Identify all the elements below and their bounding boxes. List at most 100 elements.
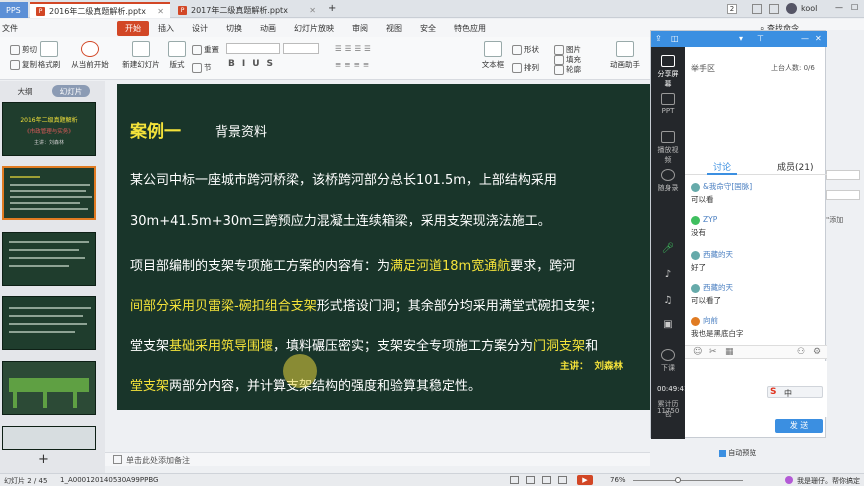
music-icon[interactable]: ♫ [657,295,679,306]
reading-view-icon[interactable] [542,476,551,484]
zoom-slider[interactable] [633,480,743,481]
tab-members[interactable]: 成员(21) [777,160,813,173]
tab-slides[interactable]: 幻灯片 [52,85,90,97]
class-timer: 00:49:41 [657,385,689,393]
notes-area[interactable]: 单击此处添加备注 [105,452,650,466]
share-screen-button[interactable]: 分享屏幕 [657,55,679,89]
close-icon[interactable]: ✕ [815,34,822,43]
minimize-icon[interactable]: — [801,34,809,43]
new-slide-button[interactable]: 新建幻灯片 [120,41,162,70]
notes-view-icon[interactable] [558,476,567,484]
chevron-down-icon[interactable]: ▾ [739,34,743,43]
end-class-button[interactable]: 下课 [657,349,679,373]
zoom-level[interactable]: 76% [610,476,626,484]
minimize-icon[interactable]: — [835,3,843,12]
tab-2016-pptx[interactable]: P 2016年二级真题解析.pptx ✕ [30,2,170,18]
menu-design[interactable]: 设计 [183,23,217,34]
slide-thumbnail-6[interactable] [2,426,96,450]
sorter-view-icon[interactable] [526,476,535,484]
layout-icon [168,41,186,57]
share-icon[interactable]: ⇪ [655,34,662,43]
play-from-current-button[interactable]: 从当前开始 [68,41,112,70]
layout-button[interactable]: 版式 [166,41,188,70]
menu-features[interactable]: 特色应用 [445,23,495,34]
gear-icon[interactable]: ⚙ [813,347,821,357]
paragraph-buttons[interactable]: ☰☰☰☰ [335,44,374,53]
menu-transitions[interactable]: 切换 [217,23,251,34]
slide-thumbnail-3[interactable] [2,232,96,286]
tab-discuss[interactable]: 讨论 [713,160,731,173]
speaker-icon[interactable]: ♪ [657,269,679,280]
zoom-slider-handle[interactable] [675,477,681,483]
slide-thumbnail-4[interactable] [2,296,96,350]
close-tab-icon[interactable]: ✕ [309,6,316,15]
shape-button[interactable]: 形状 [512,44,539,55]
play-video-button[interactable]: 播放视频 [657,131,679,165]
app-button[interactable]: PPS [0,2,28,18]
menu-security[interactable]: 安全 [411,23,445,34]
menu-review[interactable]: 审阅 [343,23,377,34]
animation-helper-button[interactable]: 动画助手 [604,41,646,70]
send-button[interactable]: 发 送 [775,419,823,433]
window-icon[interactable]: ◫ [671,34,679,43]
status-bar: 幻灯片 2 / 45 1_A000120140530A99PPBG ▶ 76% … [0,473,864,486]
normal-view-icon[interactable] [510,476,519,484]
layout-icon[interactable] [752,4,762,14]
menu-animations[interactable]: 动画 [251,23,285,34]
slide-counter: 幻灯片 2 / 45 [4,477,48,485]
animation-icon [616,41,634,57]
record-icon [661,169,675,181]
slide-thumbnail-1[interactable]: 2016年二级真题解析 《市政管理与实务》 主讲：刘森林 [2,102,96,156]
textbox-icon [484,41,502,57]
record-button[interactable]: 随身录 [657,169,679,193]
pane-select-2[interactable] [826,190,860,200]
ime-toolbar[interactable]: S 中 [767,386,823,398]
image-icon[interactable]: ▦ [725,347,734,357]
microphone-icon[interactable]: 🎤︎ [657,243,679,254]
arrange-button[interactable]: 排列 [512,62,539,73]
auto-preview-checkbox[interactable]: 自动预览 [719,448,756,458]
template-name: 1_A000120140530A99PPBG [60,476,159,484]
slideshow-play-icon[interactable]: ▶ [577,475,593,485]
avatar[interactable] [786,3,797,14]
cut-button[interactable]: 剪切 [10,44,37,55]
window-count-badge[interactable]: 2 [727,4,737,14]
align-buttons[interactable]: ≡≡≡≡ [335,60,372,69]
font-size-select[interactable] [283,43,319,54]
close-tab-icon[interactable]: ✕ [157,7,164,16]
tab-outline[interactable]: 大纲 [10,85,40,97]
maximize-icon[interactable]: ☐ [851,3,858,12]
textbox-button[interactable]: 文本框 [480,41,506,70]
slide-thumbnail-2[interactable] [2,166,96,220]
copy-button[interactable]: 复制 [10,59,37,70]
user-icon[interactable]: ⚇ [797,347,805,357]
scissors-icon[interactable]: ✂ [709,347,717,357]
tab-2017-pptx[interactable]: P 2017年二级真题解析.pptx ✕ [172,2,322,18]
camera-icon[interactable]: ▣ [657,319,679,330]
font-family-select[interactable] [226,43,280,54]
pin-icon[interactable]: ⊤ [757,34,764,43]
case-title: 案例一 [130,122,181,142]
ppt-icon [661,93,675,105]
outline-button[interactable]: 轮廓 [554,64,581,75]
assistant-icon[interactable] [785,476,793,484]
slide-canvas[interactable]: 案例一 背景资料 某公司中标一座城市跨河桥梁，该桥跨河部分总长101.5m，上部… [117,84,658,410]
menu-insert[interactable]: 插入 [149,23,183,34]
pane-select-1[interactable] [826,170,860,180]
emoji-icon[interactable]: ☺ [693,347,702,357]
add-slide-button[interactable]: + [38,452,49,467]
add-tab-button[interactable]: + [328,3,336,14]
avatar [691,283,700,293]
font-style-buttons[interactable]: BIUS [228,59,280,69]
menu-slideshow[interactable]: 幻灯片放映 [285,23,343,34]
format-painter-button[interactable]: 格式刷 [36,41,62,70]
reset-button[interactable]: 重置 [192,44,219,55]
skin-icon[interactable] [769,4,779,14]
ppt-button[interactable]: PPT [657,93,679,115]
menu-file[interactable]: 文件 [0,23,27,34]
menu-home[interactable]: 开始 [117,20,149,36]
thumb-structure-image [9,378,89,392]
section-button[interactable]: 节 [192,62,212,73]
slide-thumbnail-5[interactable] [2,361,96,415]
menu-view[interactable]: 视图 [377,23,411,34]
